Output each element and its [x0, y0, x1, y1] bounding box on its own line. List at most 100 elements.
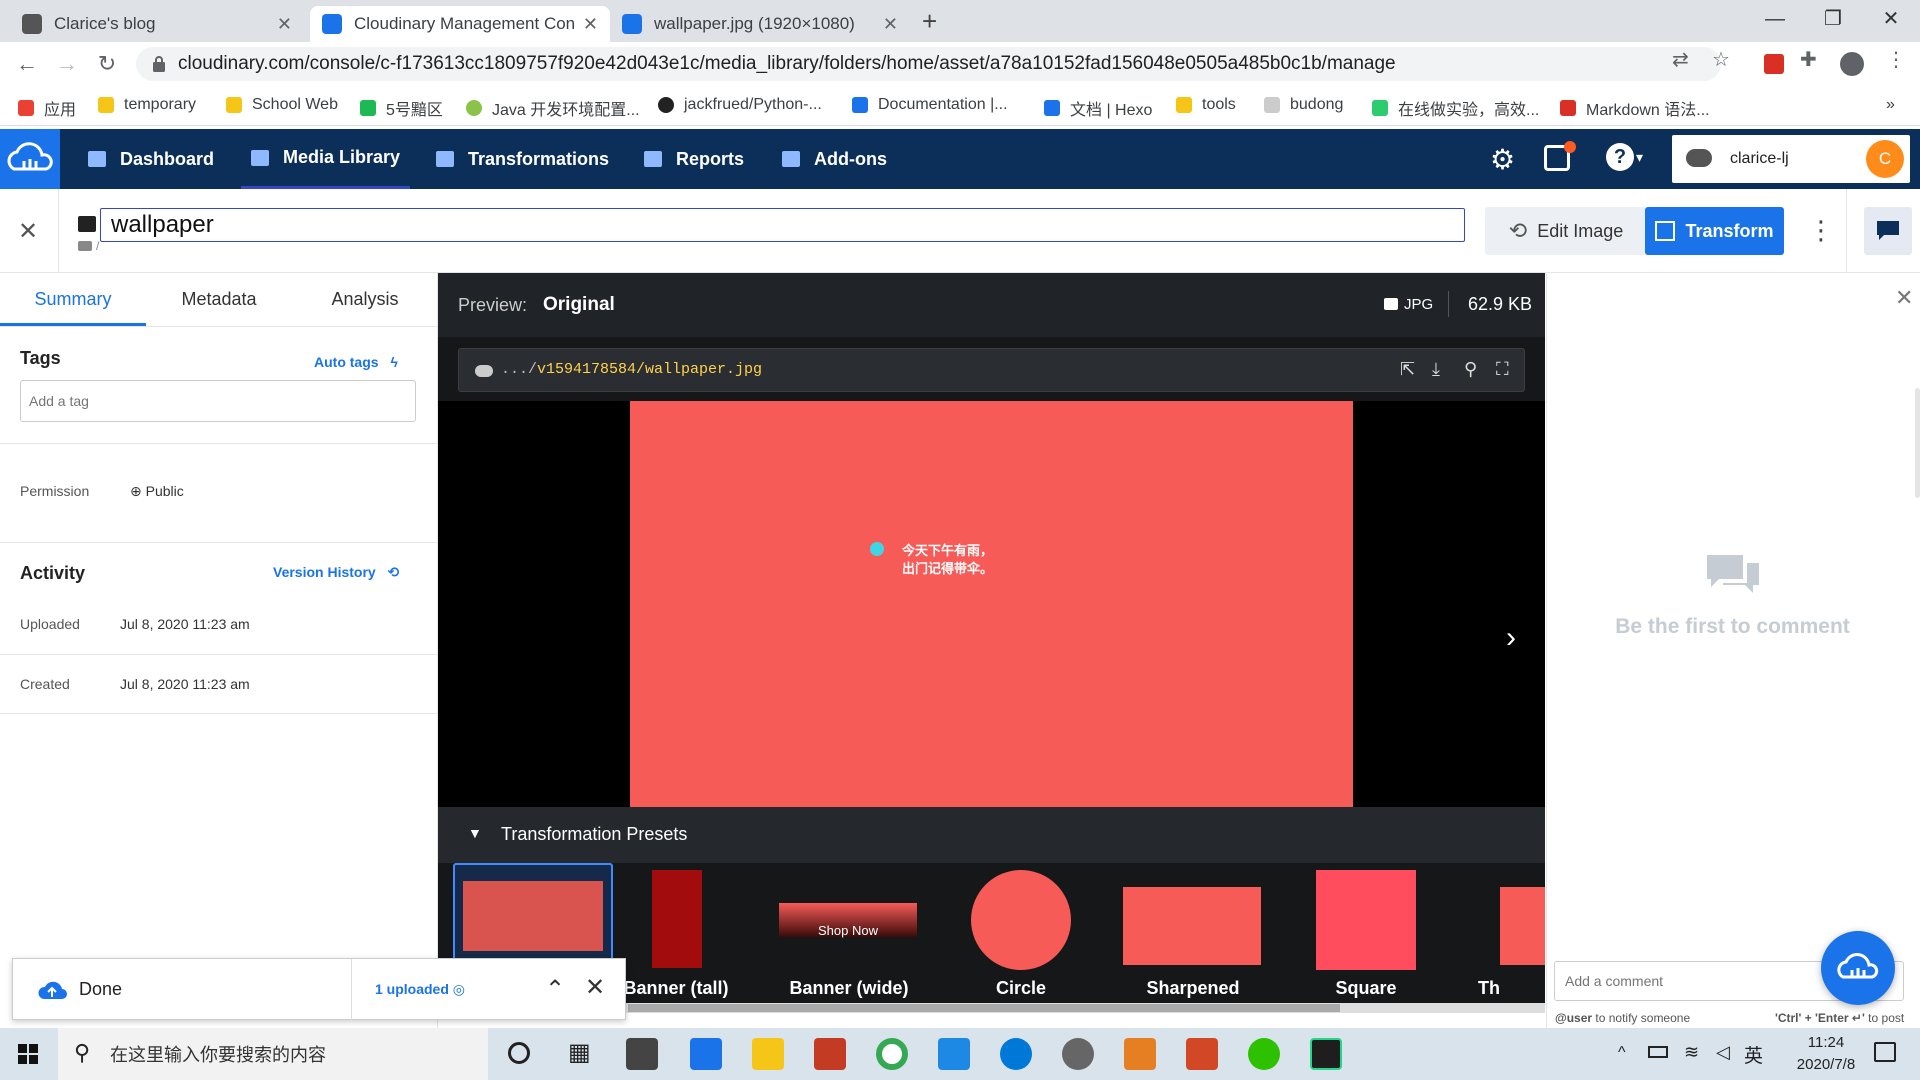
- mail-icon[interactable]: [690, 1038, 722, 1070]
- settings-gear-icon[interactable]: ⚙: [1490, 143, 1515, 176]
- nav-add-ons[interactable]: Add-ons: [782, 129, 887, 189]
- auto-tags-link[interactable]: Auto tags ϟ: [314, 354, 398, 370]
- edit-image-button[interactable]: ⟲ Edit Image: [1485, 207, 1647, 255]
- pocket-extension-icon[interactable]: [1764, 54, 1784, 74]
- bookmark-star-icon[interactable]: ☆: [1712, 47, 1730, 72]
- bookmark-5hao[interactable]: 5号黯区: [360, 96, 443, 120]
- url-field[interactable]: cloudinary.com/console/c-f173613cc180975…: [136, 47, 1721, 81]
- asset-title-input[interactable]: [100, 208, 1465, 242]
- tab-metadata[interactable]: Metadata: [146, 273, 292, 326]
- help-icon[interactable]: ?: [1606, 143, 1634, 171]
- forward-icon[interactable]: →: [52, 49, 82, 79]
- extensions-icon[interactable]: ✚: [1800, 47, 1817, 72]
- translate-icon[interactable]: ⇄: [1672, 47, 1689, 72]
- permission-value[interactable]: ⊕ Public: [130, 483, 184, 500]
- preset-sharpened[interactable]: Sharpened: [1113, 863, 1273, 1013]
- download-icon[interactable]: ⤓: [1432, 359, 1440, 380]
- preset-banner-wide[interactable]: Shop Now Banner (wide): [769, 863, 929, 1013]
- taskbar-search-box[interactable]: ⚲ 在这里输入你要搜索的内容: [58, 1028, 488, 1080]
- more-bookmarks-button[interactable]: »: [1886, 96, 1895, 114]
- browser-tab-blog[interactable]: Clarice's blog ✕: [10, 6, 304, 42]
- folder-icon[interactable]: [78, 241, 92, 251]
- bookmark-documentation[interactable]: Documentation |...: [852, 96, 1008, 114]
- upload-count-link[interactable]: 1 uploaded ◎: [375, 981, 465, 998]
- bookmark-school-web[interactable]: School Web: [226, 96, 338, 114]
- account-switcher[interactable]: clarice-lj C: [1672, 135, 1910, 183]
- bookmark-budong[interactable]: budong: [1264, 96, 1343, 114]
- close-tab-icon[interactable]: ✕: [883, 14, 898, 35]
- ime-indicator[interactable]: 英: [1744, 1041, 1763, 1068]
- clock-time[interactable]: 11:24: [1786, 1034, 1866, 1051]
- maximize-icon[interactable]: ❐: [1808, 4, 1858, 34]
- chrome-menu-icon[interactable]: ⋮: [1886, 47, 1906, 72]
- browser-tab-wallpaper[interactable]: wallpaper.jpg (1920×1080) ✕: [610, 6, 910, 42]
- windows-start-icon[interactable]: [18, 1044, 38, 1064]
- bookmark-temporary[interactable]: temporary: [98, 96, 196, 114]
- upload-fab-button[interactable]: [1821, 931, 1895, 1005]
- powerpoint-icon[interactable]: [1186, 1038, 1218, 1070]
- close-comments-icon[interactable]: ✕: [1895, 285, 1913, 311]
- nav-dashboard[interactable]: Dashboard: [88, 129, 214, 189]
- open-external-icon[interactable]: ⇱: [1400, 359, 1415, 380]
- preset-thumbnail-crop[interactable]: Th: [1458, 863, 1545, 1013]
- back-icon[interactable]: ←: [12, 49, 42, 79]
- bookmark-tools[interactable]: tools: [1176, 96, 1236, 114]
- chrome-icon[interactable]: [876, 1038, 908, 1070]
- app-icon[interactable]: [1124, 1038, 1156, 1070]
- window-close-icon[interactable]: ✕: [1866, 4, 1916, 34]
- avatar[interactable]: C: [1866, 140, 1904, 178]
- comments-toggle-button[interactable]: [1864, 207, 1912, 255]
- cortana-icon[interactable]: [508, 1042, 530, 1064]
- scrollbar-thumb[interactable]: [628, 1004, 1340, 1012]
- close-toast-icon[interactable]: ✕: [585, 973, 605, 1002]
- copy-link-icon[interactable]: ⚲: [1464, 359, 1477, 380]
- bookmark-apps[interactable]: 应用: [18, 96, 76, 120]
- vscode-icon[interactable]: [938, 1038, 970, 1070]
- action-center-icon[interactable]: [1874, 1042, 1896, 1062]
- transform-button[interactable]: Transform: [1645, 207, 1784, 255]
- edge-icon[interactable]: [1000, 1038, 1032, 1070]
- preset-square[interactable]: Square: [1286, 863, 1446, 1013]
- collapse-chevron-up-icon[interactable]: ⌃: [545, 975, 565, 1004]
- bookmark-markdown[interactable]: Markdown 语法...: [1560, 96, 1710, 120]
- nav-media-library[interactable]: Media Library: [241, 129, 411, 189]
- more-actions-icon[interactable]: ⋮: [1808, 215, 1834, 246]
- version-history-link[interactable]: Version History ⟲: [273, 564, 399, 581]
- reload-icon[interactable]: ↻: [92, 49, 122, 79]
- file-explorer-icon[interactable]: [752, 1038, 784, 1070]
- next-chevron-icon[interactable]: ›: [1506, 621, 1516, 655]
- bookmark-java[interactable]: Java 开发环境配置...: [466, 96, 640, 120]
- minimize-icon[interactable]: —: [1750, 4, 1800, 34]
- wechat-icon[interactable]: [1248, 1038, 1280, 1070]
- browser-tab-cloudinary[interactable]: Cloudinary Management Cons ✕: [310, 6, 610, 42]
- bookmark-experiment[interactable]: 在线做实验，高效...: [1372, 96, 1539, 120]
- presets-header[interactable]: ▼ Transformation Presets: [438, 807, 1545, 863]
- preset-circle[interactable]: Circle: [941, 863, 1101, 1013]
- close-asset-icon[interactable]: ✕: [18, 217, 38, 246]
- clock-date[interactable]: 2020/7/8: [1786, 1056, 1866, 1073]
- bookmark-github[interactable]: jackfrued/Python-...: [658, 96, 822, 114]
- store-icon[interactable]: [626, 1038, 658, 1070]
- breadcrumb[interactable]: /: [96, 239, 99, 253]
- task-view-icon[interactable]: ▦: [568, 1038, 591, 1067]
- app-icon[interactable]: [814, 1038, 846, 1070]
- add-tag-input[interactable]: [20, 380, 416, 422]
- scrollbar[interactable]: [1915, 388, 1920, 498]
- volume-icon[interactable]: ◁: [1716, 1042, 1730, 1063]
- nav-reports[interactable]: Reports: [644, 129, 744, 189]
- tab-analysis[interactable]: Analysis: [292, 273, 438, 326]
- asset-url[interactable]: .../v1594178584/wallpaper.jpg: [501, 361, 762, 378]
- nav-transformations[interactable]: Transformations: [436, 129, 609, 189]
- chevron-down-icon[interactable]: ▾: [1636, 149, 1643, 166]
- bookmark-hexo[interactable]: 文档 | Hexo: [1044, 96, 1152, 120]
- tray-chevron-up-icon[interactable]: ^: [1618, 1044, 1626, 1062]
- new-tab-button[interactable]: +: [922, 6, 937, 37]
- battery-icon[interactable]: [1648, 1046, 1668, 1058]
- expand-icon[interactable]: ⛶: [1496, 359, 1509, 380]
- tab-summary[interactable]: Summary: [0, 273, 146, 326]
- preview-mode-select[interactable]: Original: [543, 294, 615, 316]
- close-tab-icon[interactable]: ✕: [583, 14, 598, 35]
- clock-app-icon[interactable]: [1062, 1038, 1094, 1070]
- profile-icon[interactable]: [1840, 52, 1864, 76]
- close-tab-icon[interactable]: ✕: [277, 14, 292, 35]
